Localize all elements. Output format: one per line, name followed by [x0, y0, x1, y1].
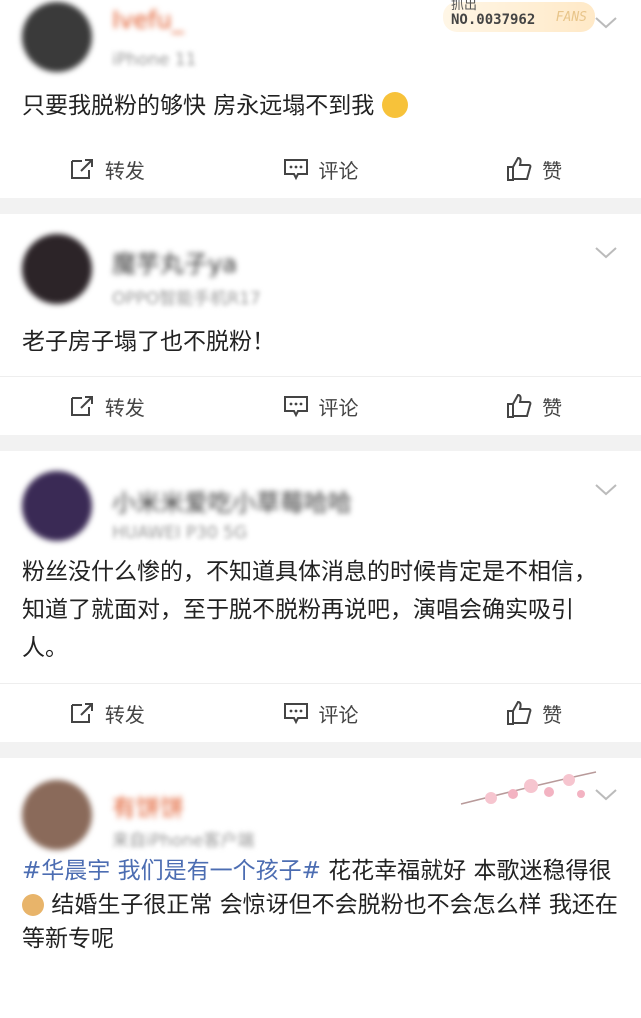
divider	[0, 435, 641, 451]
post-content: #华晨宇 我们是有一个孩子# 花花幸福就好 本歌迷稳得很 结婚生子很正常 会惊讶…	[0, 854, 641, 972]
username[interactable]: 魔芋丸子ya	[112, 244, 237, 279]
post-meta: HUAWEI P30 5G	[112, 523, 248, 543]
like-button[interactable]: 赞	[427, 699, 641, 728]
repost-icon	[70, 396, 93, 416]
repost-icon	[70, 159, 93, 179]
comment-button[interactable]: 评论	[214, 699, 428, 728]
scream-emoji-icon	[381, 92, 408, 118]
username[interactable]: Ivefu_	[112, 6, 184, 34]
repost-button[interactable]: 转发	[0, 155, 214, 184]
username[interactable]: 小米米爱吃小草莓哈哈	[112, 483, 352, 518]
chevron-down-icon[interactable]	[593, 242, 619, 262]
post-header: 小米米爱吃小草莓哈哈 HUAWEI P30 5G	[0, 451, 641, 551]
avatar[interactable]	[22, 471, 92, 541]
avatar[interactable]	[22, 2, 92, 72]
post-content: 老子房子塌了也不脱粉！	[0, 310, 641, 376]
thumbs-up-icon	[507, 700, 532, 725]
chevron-down-icon[interactable]	[593, 479, 619, 499]
emoji-icon	[22, 894, 44, 916]
badge-fans: FANS	[555, 10, 587, 25]
like-label: 赞	[542, 395, 563, 420]
post-1: Ivefu_ iPhone 11 抓出 NO.0037962 FANS 只要我脱…	[0, 0, 641, 198]
avatar[interactable]	[22, 234, 92, 304]
post-4: 有饼饼 来自iPhone客户端 #华晨宇 我们是有一个孩子# 花花幸福就好 本歌…	[0, 758, 641, 1018]
comment-icon	[283, 703, 308, 725]
username[interactable]: 有饼饼	[112, 788, 184, 823]
post-text: 老子房子塌了也不脱粉！	[22, 329, 275, 355]
fan-badge: 抓出 NO.0037962 FANS	[443, 0, 595, 32]
thumbs-up-icon	[507, 393, 532, 418]
divider	[0, 742, 641, 758]
post-actions: 转发 评论 赞	[0, 140, 641, 198]
post-header: 有饼饼 来自iPhone客户端	[0, 758, 641, 854]
post-3: 小米米爱吃小草莓哈哈 HUAWEI P30 5G 粉丝没什么惨的，不知道具体消息…	[0, 451, 641, 742]
comment-label: 评论	[318, 158, 359, 183]
repost-label: 转发	[104, 395, 145, 420]
comment-button[interactable]: 评论	[214, 155, 428, 184]
post-content: 只要我脱粉的够快 房永远塌不到我	[0, 88, 641, 140]
comment-icon	[283, 159, 308, 181]
like-button[interactable]: 赞	[427, 392, 641, 421]
like-button[interactable]: 赞	[427, 155, 641, 184]
comment-icon	[283, 396, 308, 418]
divider	[0, 198, 641, 214]
post-meta: iPhone 11	[112, 50, 197, 70]
post-actions: 转发 评论 赞	[0, 683, 641, 742]
thumbs-up-icon	[507, 156, 532, 181]
avatar[interactable]	[22, 780, 92, 850]
post-text-continued: 结婚生子很正常 会惊讶但不会脱粉也不会怎么样 我还在等新专呢	[22, 892, 618, 952]
post-header: 魔芋丸子ya OPPO智能手机R17	[0, 214, 641, 310]
like-label: 赞	[542, 702, 563, 727]
post-text: 花花幸福就好 本歌迷稳得很	[328, 858, 612, 884]
repost-label: 转发	[104, 702, 145, 727]
post-content: 粉丝没什么惨的，不知道具体消息的时候肯定是不相信，知道了就面对，至于脱不脱粉再说…	[0, 551, 641, 683]
chevron-down-icon[interactable]	[593, 784, 619, 804]
repost-button[interactable]: 转发	[0, 392, 214, 421]
weibo-feed: Ivefu_ iPhone 11 抓出 NO.0037962 FANS 只要我脱…	[0, 0, 641, 1018]
post-text: 只要我脱粉的够快 房永远塌不到我	[22, 93, 375, 119]
post-text: 粉丝没什么惨的，不知道具体消息的时候肯定是不相信，知道了就面对，至于脱不脱粉再说…	[22, 559, 597, 661]
badge-number: NO.0037962	[451, 12, 536, 28]
chevron-down-icon[interactable]	[593, 12, 619, 32]
post-header: Ivefu_ iPhone 11 抓出 NO.0037962 FANS	[0, 0, 641, 88]
post-actions: 转发 评论 赞	[0, 376, 641, 435]
post-meta: OPPO智能手机R17	[112, 289, 261, 309]
comment-button[interactable]: 评论	[214, 392, 428, 421]
repost-icon	[70, 703, 93, 723]
comment-label: 评论	[318, 395, 359, 420]
like-label: 赞	[542, 158, 563, 183]
repost-label: 转发	[104, 158, 145, 183]
comment-label: 评论	[318, 702, 359, 727]
topic-hashtag-link[interactable]: #华晨宇 我们是有一个孩子#	[22, 858, 321, 884]
post-meta: 来自iPhone客户端	[112, 831, 255, 851]
repost-button[interactable]: 转发	[0, 699, 214, 728]
post-2: 魔芋丸子ya OPPO智能手机R17 老子房子塌了也不脱粉！ 转发 评论 赞	[0, 214, 641, 435]
